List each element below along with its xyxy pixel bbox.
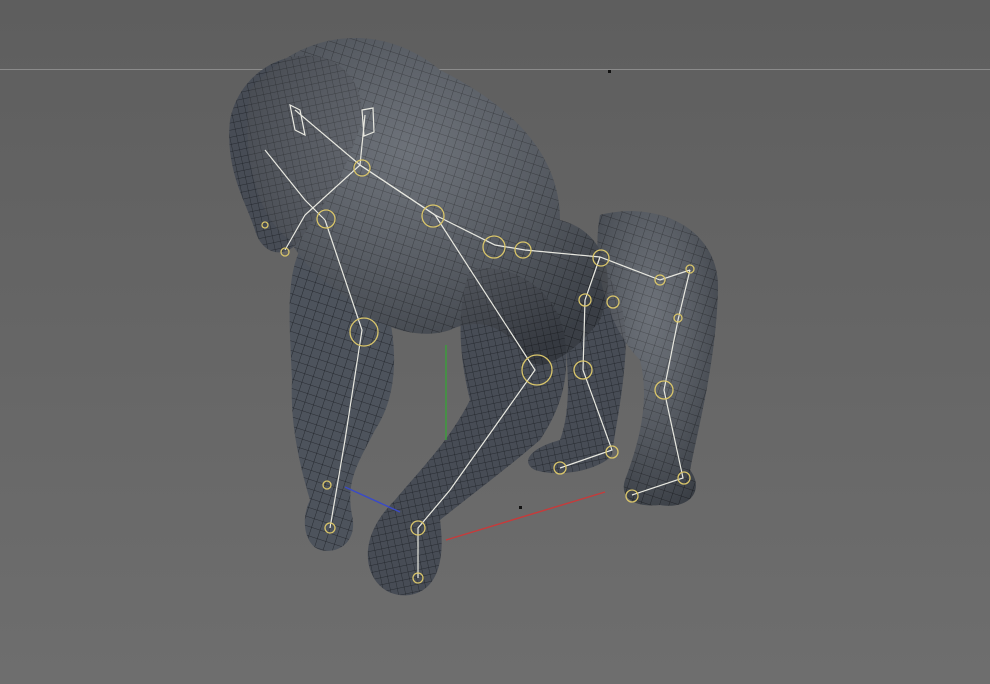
z-axis-line (344, 486, 401, 513)
3d-viewport[interactable] (0, 0, 990, 684)
origin-marker (608, 70, 611, 73)
viewport-scene (229, 37, 719, 596)
pivot-marker (519, 506, 522, 509)
x-axis-line (445, 491, 606, 541)
